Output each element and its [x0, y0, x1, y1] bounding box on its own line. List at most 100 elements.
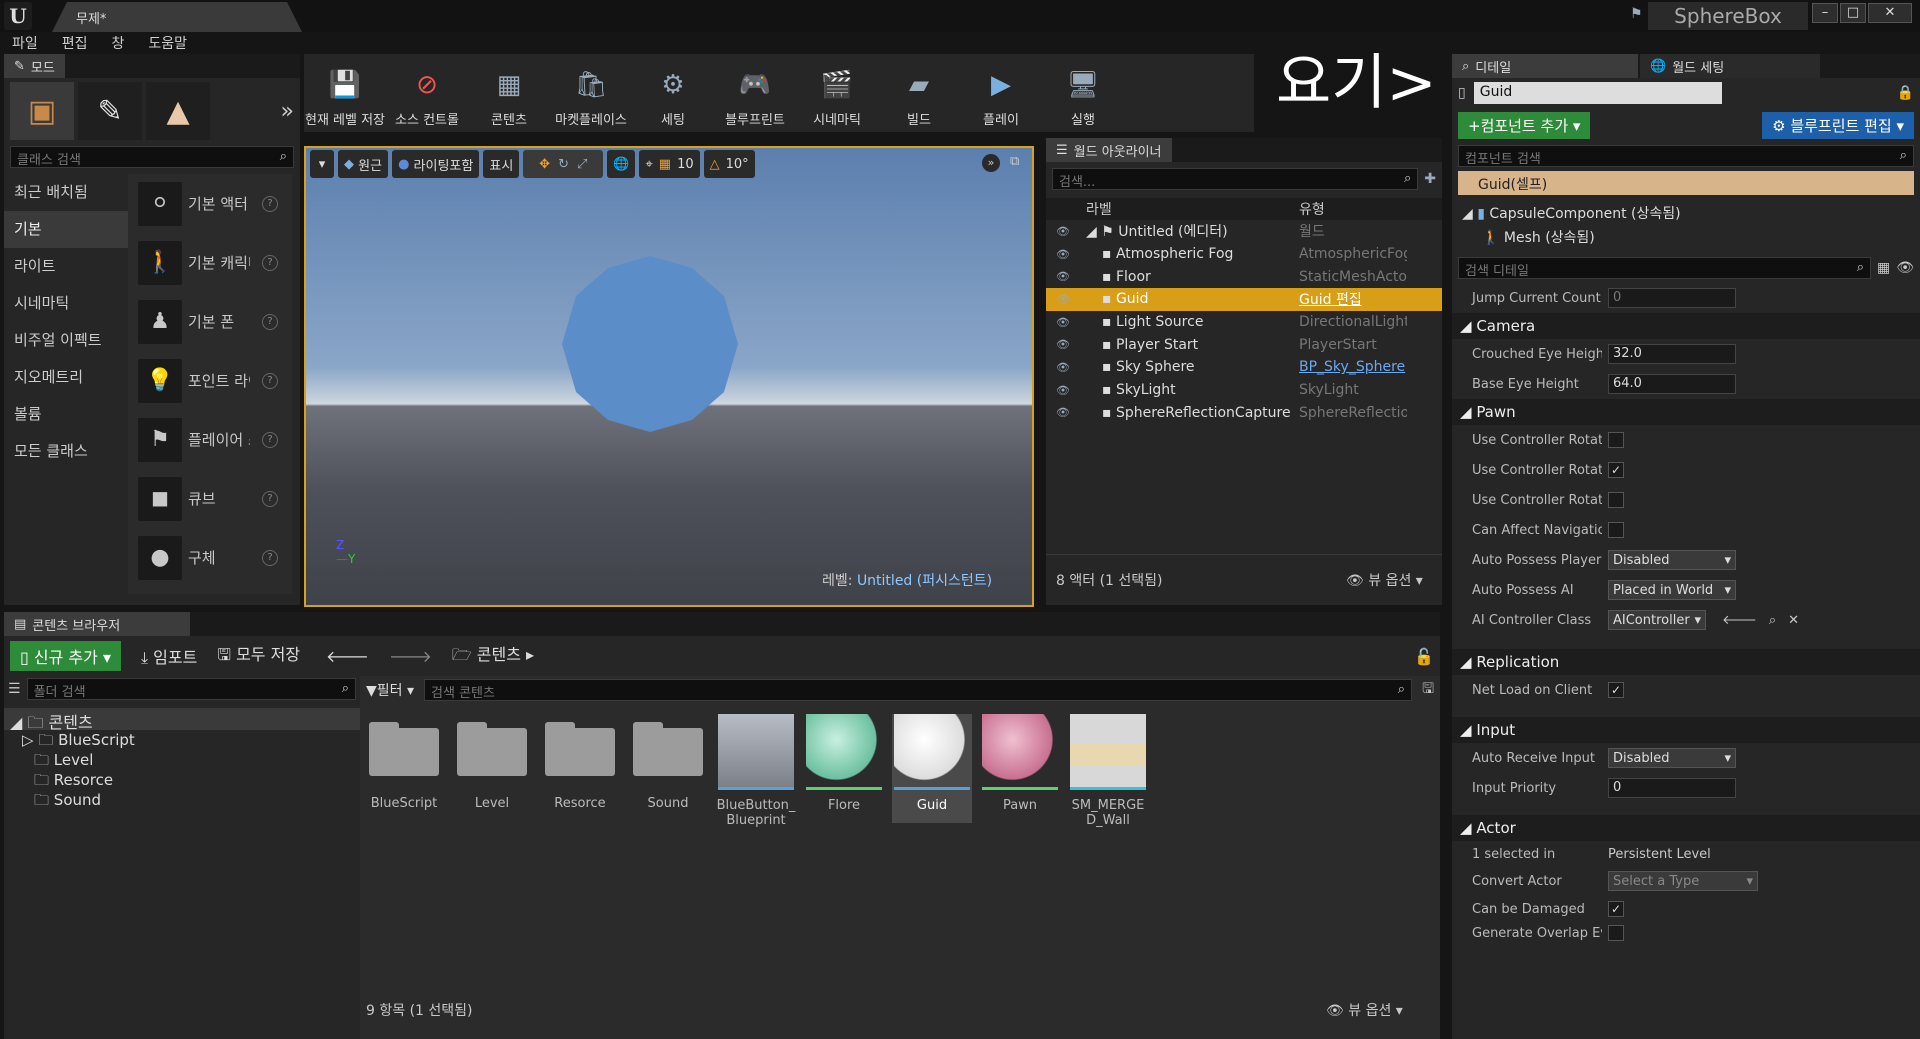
- dropdown[interactable]: Placed in World ▾: [1608, 580, 1736, 600]
- asset-folder-bluescript[interactable]: BlueScript: [364, 714, 444, 811]
- category-cinematic[interactable]: 시네마틱: [4, 285, 128, 322]
- tab-details[interactable]: ⌕ 디테일: [1452, 54, 1638, 78]
- filter-button[interactable]: ▼필터 ▾: [366, 680, 414, 700]
- show-button[interactable]: 표시: [483, 150, 520, 178]
- category-volumes[interactable]: 볼륨: [4, 396, 128, 433]
- visibility-eye-icon[interactable]: 👁: [1052, 293, 1074, 306]
- outliner-row[interactable]: 👁 ▪ Sky Sphere BP_Sky_Sphere: [1046, 356, 1442, 379]
- content-view-options-button[interactable]: 👁 뷰 옵션 ▾: [1326, 1000, 1403, 1020]
- world-local-icon[interactable]: 🌐: [607, 150, 636, 178]
- property-matrix-icon[interactable]: ▦: [1877, 260, 1890, 276]
- outliner-row[interactable]: 👁 ▪ Player Start PlayerStart: [1046, 333, 1442, 356]
- perspective-button[interactable]: ◆ 원근: [338, 150, 389, 178]
- outliner-row[interactable]: 👁 ▪ Floor StaticMeshActor: [1046, 265, 1442, 288]
- translate-icon[interactable]: ✥: [539, 157, 550, 172]
- view-options-button[interactable]: 👁 뷰 옵션 ▾: [1346, 570, 1423, 590]
- back-icon[interactable]: 🡐: [326, 646, 369, 666]
- dropdown[interactable]: Disabled ▾: [1608, 550, 1736, 570]
- settings-button[interactable]: ⚙ 세팅: [632, 54, 714, 132]
- landscape-mode-icon[interactable]: ▲: [146, 82, 210, 140]
- outliner-row[interactable]: 👁 ◢ ⚑ Untitled (에디터) 월드: [1046, 220, 1442, 243]
- checkbox[interactable]: [1608, 522, 1624, 538]
- minimize-icon[interactable]: –: [1812, 3, 1838, 23]
- sphere-mesh[interactable]: [562, 256, 738, 432]
- menu-edit[interactable]: 편집: [62, 33, 88, 53]
- visibility-eye-icon[interactable]: 👁: [1052, 361, 1074, 374]
- dropdown[interactable]: Select a Type ▾: [1608, 871, 1758, 891]
- outliner-row[interactable]: 👁 ▪ Atmospheric Fog AtmosphericFog: [1046, 243, 1442, 266]
- checkbox[interactable]: ✓: [1608, 462, 1624, 478]
- asset-folder-resorce[interactable]: Resorce: [540, 714, 620, 811]
- marketplace-button[interactable]: 🛍 마켓플레이스: [550, 54, 632, 132]
- grid-snap-icon[interactable]: ▦: [659, 157, 671, 172]
- category-basic[interactable]: 기본: [4, 211, 128, 248]
- visibility-eye-icon[interactable]: 👁: [1052, 225, 1074, 238]
- class-search-input[interactable]: 클래스 검색 ⌕: [10, 146, 294, 168]
- category-recent[interactable]: 최근 배치됨: [4, 174, 128, 211]
- add-component-button[interactable]: +컴포넌트 추가 ▾: [1458, 112, 1591, 139]
- feedback-icon[interactable]: ⚑: [1630, 6, 1643, 22]
- outliner-search-input[interactable]: 검색... ⌕: [1052, 168, 1419, 190]
- asset-sm-merged-wall[interactable]: SM_MERGED_Wall: [1068, 714, 1148, 828]
- add-folder-icon[interactable]: ✚: [1424, 171, 1436, 187]
- add-new-button[interactable]: ▯ 신규 추가 ▾: [10, 641, 121, 671]
- checkbox[interactable]: [1608, 925, 1624, 941]
- list-item[interactable]: ⚑플레이어 스타트?: [138, 410, 292, 469]
- asset-bluebutton-blueprint[interactable]: BlueButton_Blueprint: [716, 714, 796, 828]
- outliner-row[interactable]: 👁 ▪ SkyLight SkyLight: [1046, 379, 1442, 402]
- category-geometry[interactable]: 지오메트리: [4, 359, 128, 396]
- help-icon[interactable]: ?: [262, 431, 278, 448]
- build-button[interactable]: ▰ 빌드: [878, 54, 960, 132]
- asset-folder-sound[interactable]: Sound: [628, 714, 708, 811]
- outliner-row[interactable]: 👁 ▪ Light Source DirectionalLight: [1046, 311, 1442, 334]
- rotate-icon[interactable]: ↻: [558, 157, 569, 172]
- arrow-left-icon[interactable]: 🡐: [1722, 612, 1757, 628]
- place-mode-icon[interactable]: ▣: [10, 82, 74, 140]
- details-search-input[interactable]: 검색 디테일 ⌕: [1458, 257, 1871, 279]
- category-visual-effects[interactable]: 비주얼 이펙트: [4, 322, 128, 359]
- outliner-row-type[interactable]: BP_Sky_Sphere: [1299, 359, 1407, 375]
- visibility-eye-icon[interactable]: 👁: [1052, 316, 1074, 329]
- checkbox[interactable]: [1608, 432, 1624, 448]
- menu-help[interactable]: 도움말: [148, 33, 187, 53]
- asset-flore[interactable]: Flore: [804, 714, 884, 813]
- asset-guid[interactable]: Guid: [892, 714, 972, 823]
- surface-snap-icon[interactable]: ⌖: [645, 157, 652, 172]
- menu-window[interactable]: 창: [112, 33, 125, 53]
- maximize-icon[interactable]: □: [1840, 3, 1866, 23]
- list-item[interactable]: ◼ 큐브?: [138, 469, 292, 528]
- checkbox[interactable]: ✓: [1608, 901, 1624, 917]
- actor-name-input[interactable]: Guid: [1473, 82, 1722, 104]
- blueprints-button[interactable]: 🎮 블루프린트: [714, 54, 796, 132]
- col-type[interactable]: 유형: [1299, 199, 1325, 219]
- save-current-button[interactable]: 💾 현재 레벨 저장: [304, 54, 386, 132]
- scale-icon[interactable]: ⤢: [577, 157, 587, 172]
- tab-modes[interactable]: ✎ 모드: [4, 54, 65, 78]
- paint-mode-icon[interactable]: ✎: [78, 82, 142, 140]
- help-icon[interactable]: ?: [262, 195, 278, 212]
- help-icon[interactable]: ?: [262, 490, 278, 507]
- maximize-viewport-icon[interactable]: ⧉: [1010, 154, 1019, 169]
- section-camera[interactable]: ◢ Camera: [1452, 313, 1920, 339]
- play-button[interactable]: ▶ 플레이: [960, 54, 1042, 132]
- tree-item-sound[interactable]: 🗀 Sound: [22, 790, 360, 810]
- list-item[interactable]: ♟ 기본 폰?: [138, 292, 292, 351]
- category-lights[interactable]: 라이트: [4, 248, 128, 285]
- level-viewport[interactable]: ▾ ◆ 원근 ● 라이팅포함 표시 ✥ ↻ ⤢ 🌐 ⌖ ▦ 10 △ 10° » ⧉ Z —…: [304, 146, 1034, 607]
- folder-search-input[interactable]: 폴더 검색 ⌕: [26, 678, 356, 700]
- help-icon[interactable]: ?: [262, 549, 278, 566]
- section-input[interactable]: ◢ Input: [1452, 717, 1920, 743]
- cinematics-button[interactable]: 🎬 시네마틱: [796, 54, 878, 132]
- tree-item-level[interactable]: 🗀 Level: [22, 750, 360, 770]
- save-all-button[interactable]: 🖫 모두 저장: [217, 641, 300, 671]
- checkbox[interactable]: [1608, 492, 1624, 508]
- menu-file[interactable]: 파일: [12, 33, 38, 53]
- component-self[interactable]: Guid(셀프): [1458, 171, 1914, 195]
- launch-button[interactable]: 🖥 실행: [1042, 54, 1124, 132]
- browse-icon[interactable]: ⌕: [1769, 613, 1776, 628]
- visibility-eye-icon[interactable]: 👁: [1052, 338, 1074, 351]
- content-search-input[interactable]: 검색 콘텐츠 ⌕: [424, 679, 1413, 701]
- eye-icon[interactable]: 👁: [1896, 260, 1914, 276]
- section-pawn[interactable]: ◢ Pawn: [1452, 399, 1920, 425]
- help-icon[interactable]: ?: [262, 372, 278, 389]
